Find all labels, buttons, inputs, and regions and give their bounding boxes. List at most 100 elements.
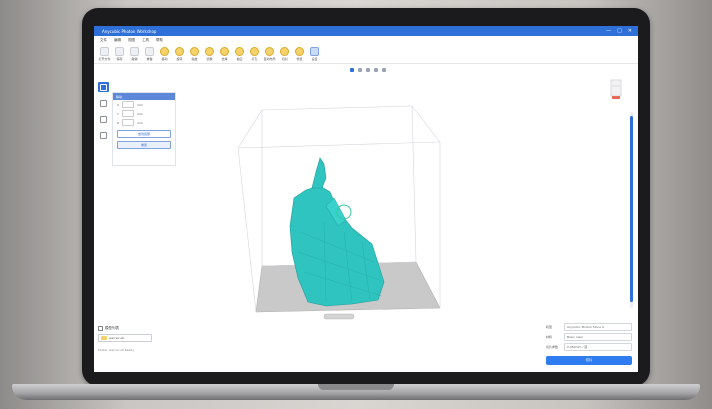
panel-header: 移动 xyxy=(113,93,175,100)
toolbar-label: 打开文件 xyxy=(98,56,111,61)
model-list-panel: 模型列表 warrior.stl Model: warrior.stl Read… xyxy=(98,326,178,352)
drop-to-bed-button[interactable]: 放到底部 xyxy=(117,130,171,138)
menu-edit[interactable]: 编辑 xyxy=(114,38,121,43)
view-side-button[interactable] xyxy=(366,68,370,72)
toolbar-button-6[interactable]: 缩放 xyxy=(188,44,201,63)
cut-icon xyxy=(280,46,289,56)
material-select[interactable]: Basic resin xyxy=(564,333,632,341)
toolbar-label: 切割 xyxy=(281,56,288,61)
model-list-checkbox[interactable] xyxy=(98,326,103,331)
toolbar-label: 镜像 xyxy=(206,56,213,61)
toolbar-button-5[interactable]: 旋转 xyxy=(173,44,186,63)
layer-slider-thumb[interactable] xyxy=(630,116,633,302)
view-cube-widget[interactable] xyxy=(610,78,622,102)
undo-icon xyxy=(130,46,139,56)
menu-help[interactable]: 帮助 xyxy=(156,38,163,43)
redo-icon xyxy=(145,46,154,56)
3d-viewport[interactable] xyxy=(234,102,444,322)
toolbar-button-9[interactable]: 抽空 xyxy=(233,44,246,63)
toolbar-button-12[interactable]: 切割 xyxy=(278,44,291,63)
toolbar-button-11[interactable]: 自动布局 xyxy=(263,44,276,63)
mirror-icon xyxy=(100,131,107,139)
scale-icon xyxy=(100,115,107,123)
transform-panel: 移动 X mm Y mm Z mm 放到底部 重置 xyxy=(112,92,176,166)
toolbar-label: 打孔 xyxy=(251,56,258,61)
toolbar: 打开文件 保存 撤销 重做 移动 旋转 缩放 镜像 支撑 抽空 打孔 自动布局 切割 修复 设置 xyxy=(94,44,638,64)
toolbar-button-14[interactable]: 设置 xyxy=(308,44,321,63)
machine-label: 机型 xyxy=(546,325,553,329)
toolbar-button-2[interactable]: 撤销 xyxy=(128,44,141,63)
close-button[interactable]: ✕ xyxy=(628,28,632,34)
rotate-icon xyxy=(175,46,184,56)
y-row: Y mm xyxy=(113,109,175,118)
reset-button[interactable]: 重置 xyxy=(117,141,171,149)
menu-tools[interactable]: 工具 xyxy=(142,38,149,43)
toolbar-label: 重做 xyxy=(146,56,153,61)
material-row: 材料 Basic resin xyxy=(546,332,632,342)
toolbar-button-7[interactable]: 镜像 xyxy=(203,44,216,63)
move-icon xyxy=(160,46,169,56)
status-text: Model: warrior.stl Ready xyxy=(98,348,135,352)
support-icon xyxy=(220,46,229,56)
machine-row: 机型 Anycubic Photon Mono X xyxy=(546,322,632,332)
left-tool-rail xyxy=(98,82,110,140)
rail-item-2[interactable] xyxy=(98,114,109,124)
toolbar-button-3[interactable]: 重做 xyxy=(143,44,156,63)
toolbar-button-8[interactable]: 支撑 xyxy=(218,44,231,63)
minimize-button[interactable]: — xyxy=(606,28,611,34)
mirror-icon xyxy=(205,46,214,56)
toolbar-label: 移动 xyxy=(161,56,168,61)
toolbar-label: 支撑 xyxy=(221,56,228,61)
layer-slider[interactable] xyxy=(630,112,633,308)
plate-marker xyxy=(323,313,355,320)
rail-item-0[interactable] xyxy=(98,82,109,92)
machine-select[interactable]: Anycubic Photon Mono X xyxy=(564,323,632,331)
toolbar-label: 旋转 xyxy=(176,56,183,61)
z-row: Z mm xyxy=(113,118,175,127)
settings-icon xyxy=(310,46,319,56)
build-volume-scene xyxy=(237,105,441,320)
toolbar-label: 撤销 xyxy=(131,56,138,61)
view-persp-button[interactable] xyxy=(350,68,354,72)
slice-button[interactable]: 切片 xyxy=(546,356,632,365)
rail-item-3[interactable] xyxy=(98,130,109,140)
y-input[interactable] xyxy=(121,110,134,117)
view-front-button[interactable] xyxy=(358,68,362,72)
save-icon xyxy=(115,46,124,56)
slice-params-label: 切片参数 xyxy=(546,345,559,349)
app-window: Anycubic Photon Workshop — □ ✕ 文件 编辑 视图 … xyxy=(94,26,638,372)
x-unit: mm xyxy=(137,102,143,107)
slice-params-row: 切片参数 0.050mm / 层 xyxy=(546,342,632,352)
punch-icon xyxy=(250,46,259,56)
view-top-button[interactable] xyxy=(374,68,378,72)
rotate-icon xyxy=(100,99,107,107)
menu-view[interactable]: 视图 xyxy=(128,38,135,43)
toolbar-button-1[interactable]: 保存 xyxy=(113,44,126,63)
toolbar-label: 缩放 xyxy=(191,56,198,61)
laptop-notch xyxy=(318,384,394,390)
model-select[interactable]: warrior.stl xyxy=(98,334,152,342)
auto-layout-icon xyxy=(265,46,274,56)
menu-bar: 文件 编辑 视图 工具 帮助 xyxy=(94,36,638,44)
toolbar-button-0[interactable]: 打开文件 xyxy=(98,44,111,63)
hollow-icon xyxy=(235,46,244,56)
toolbar-button-4[interactable]: 移动 xyxy=(158,44,171,63)
window-controls: — □ ✕ xyxy=(606,28,638,34)
slice-params-select[interactable]: 0.050mm / 层 xyxy=(564,343,632,351)
rail-item-1[interactable] xyxy=(98,98,109,108)
x-input[interactable] xyxy=(122,101,135,108)
menu-file[interactable]: 文件 xyxy=(100,38,107,43)
view-toolbar xyxy=(350,68,386,72)
toolbar-button-13[interactable]: 修复 xyxy=(293,44,306,63)
x-label: X xyxy=(117,102,120,107)
toolbar-button-10[interactable]: 打孔 xyxy=(248,44,261,63)
model-miniature[interactable] xyxy=(289,157,385,307)
view-fit-button[interactable] xyxy=(382,68,386,72)
model-select-value: warrior.stl xyxy=(109,336,124,340)
scale-icon xyxy=(190,46,199,56)
toolbar-label: 自动布局 xyxy=(263,56,276,61)
model-list-label: 模型列表 xyxy=(98,326,178,331)
maximize-button[interactable]: □ xyxy=(617,28,622,34)
z-input[interactable] xyxy=(122,119,135,126)
z-unit: mm xyxy=(137,120,143,125)
